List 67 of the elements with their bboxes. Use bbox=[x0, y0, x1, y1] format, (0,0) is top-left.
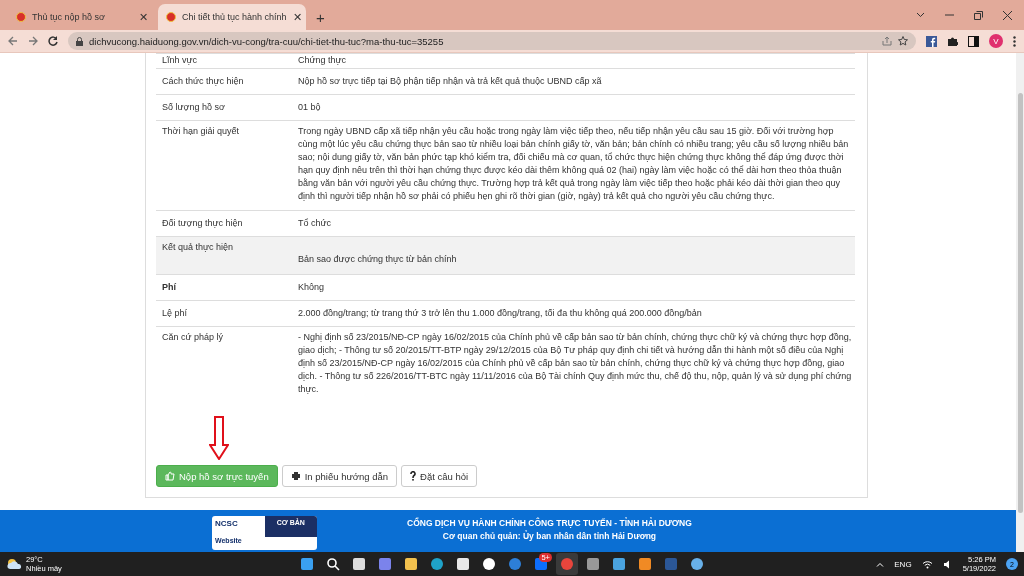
round-app-icon bbox=[560, 557, 574, 571]
restore-icon[interactable] bbox=[974, 10, 983, 20]
emblem-icon bbox=[16, 12, 26, 22]
square-app-icon bbox=[378, 557, 392, 571]
footer-title: CỔNG DỊCH VỤ HÀNH CHÍNH CÔNG TRỰC TUYẾN - TỈNH HẢI DƯƠNG bbox=[407, 518, 692, 528]
round-app-icon bbox=[482, 557, 496, 571]
footer-owner: Cơ quan chủ quản: Ủy ban nhân dân tỉnh Hải Dương bbox=[442, 531, 657, 541]
square-app-icon bbox=[612, 557, 626, 571]
cloud-sun-icon bbox=[6, 558, 22, 570]
round-app-icon bbox=[430, 557, 444, 571]
field-value: Nộp hồ sơ trực tiếp tại Bộ phận tiếp nhận và trả kết quả thuộc UBND cấp xã bbox=[298, 75, 603, 88]
new-tab-icon[interactable]: + bbox=[308, 4, 333, 30]
wifi-icon[interactable] bbox=[921, 559, 933, 569]
field-label: Số lượng hồ sơ bbox=[161, 101, 226, 114]
field-label: Cách thức thực hiện bbox=[161, 75, 245, 88]
f-logo-icon[interactable] bbox=[926, 35, 937, 47]
question-icon bbox=[410, 471, 417, 481]
field-value: Không bbox=[298, 281, 326, 294]
square-app-icon bbox=[586, 557, 600, 571]
more-icon[interactable] bbox=[1013, 35, 1016, 47]
star-icon[interactable] bbox=[898, 36, 908, 46]
url-text: dichvucong.haiduong.gov.vn/dich-vu-cong/tra-cuu/chi-tiet-thu-tuc?ma-thu-tuc=35255 bbox=[89, 35, 445, 47]
field-value: 01 bộ bbox=[298, 101, 322, 114]
square-app-icon bbox=[404, 557, 418, 571]
thumbs-up-icon bbox=[165, 471, 175, 481]
field-value: - Nghị định số 23/2015/NĐ-CP ngày 16/02/2015 của Chính phủ về cấp bản sao từ bản chính, chứng thực chữ ký và chứng thực hợp đồng, giao dịch; - Thông tư số 20/2015/TT-BTP ngày 29/12/2015 của Bộ Tư pháp quy định chi tiết và hướng dẫn thi hành một số điều của Nghị định số 23/2015/NĐ-CP ngày 16/02/2015 của Chính phủ về cấp bản sao từ bản chính, chứng thực chữ ký và chứng thực hợp đồng, giao dịch. - Thông tư số 226/2016/TT-BTC ngày 11/11/2016 của Bộ Tài chính Quy định mức thu, chế độ thu, nộp, quản lý và sử dụng phí chứng thực. bbox=[298, 331, 853, 396]
field-label: Kết quả thực hiện bbox=[161, 241, 235, 254]
square-app-icon bbox=[664, 557, 678, 571]
field-value: 2.000 đồng/trang; từ trang thứ 3 trở lên thu 1.000 đồng/trang, tối đa thu không quá 200.000 đồng/bản bbox=[298, 307, 703, 320]
round-app-icon bbox=[508, 557, 522, 571]
round-app-icon bbox=[690, 557, 704, 571]
close-icon[interactable]: ✕ bbox=[139, 10, 148, 24]
forward-arrow-icon[interactable] bbox=[28, 36, 38, 46]
square-app-icon bbox=[352, 557, 366, 571]
field-label: Thời hạn giải quyết bbox=[161, 125, 240, 138]
field-value: Chứng thực bbox=[298, 54, 348, 67]
field-label: Phí bbox=[161, 281, 177, 294]
secondary-button[interactable]: In phiếu hướng dẫn bbox=[281, 465, 398, 487]
emblem-icon bbox=[166, 12, 176, 22]
scrollbar[interactable] bbox=[1016, 53, 1024, 552]
close-icon[interactable]: ✕ bbox=[292, 10, 302, 24]
chevron-up-icon[interactable] bbox=[876, 561, 885, 567]
lock-icon bbox=[76, 36, 83, 46]
field-value: Bản sao được chứng thực từ bản chính bbox=[298, 253, 458, 266]
square-app-icon bbox=[456, 557, 470, 571]
down-arrow-icon bbox=[209, 416, 229, 460]
browser-tab[interactable]: Chi tiết thủ tục hành chính ✕ bbox=[158, 4, 306, 30]
profile-avatar[interactable]: V bbox=[989, 34, 1003, 48]
share-icon[interactable] bbox=[882, 36, 892, 46]
chevron-down-icon[interactable] bbox=[916, 12, 925, 18]
square-app-icon bbox=[300, 557, 314, 571]
close-icon[interactable] bbox=[1003, 10, 1012, 20]
field-label: Lĩnh vực bbox=[161, 54, 199, 67]
reload-icon[interactable] bbox=[48, 36, 58, 46]
square-app-icon bbox=[638, 557, 652, 571]
back-arrow-icon[interactable] bbox=[8, 36, 18, 46]
address-bar[interactable]: dichvucong.haiduong.gov.vn/dich-vu-cong/tra-cuu/chi-tiet-thu-tuc?ma-thu-tuc=35255 bbox=[68, 32, 916, 50]
sidebar-icon[interactable] bbox=[968, 35, 979, 47]
language-indicator[interactable]: ENG bbox=[894, 559, 912, 569]
field-value: Trong ngày UBND cấp xã tiếp nhận yêu cầu hoặc trong ngày làm việc tiếp theo, nếu tiếp nhận yêu cầu sau 15 giờ. Đối với trường hợp cùng một lúc yêu cầu chứng thực bản sao từ nhiều loại bản chính giấy tờ, văn bản; bản chính có nhiều trang; yêu cầu số lượng nhiều bản sao; nội dung giấy tờ, văn bản phức tạp khó kiểm tra, đối chiếu mà cơ quan, tổ chức thực hiện chứng thực không thể đáp ứng được thời hạn quy định nêu trên thì thời hạn chứng thực được kéo dài thêm không quá 02 (hai) ngày làm việc hoặc có thể dài hơn theo thỏa thuận bằng văn bản với người yêu cầu chứng thực. Trường hợp trả kết quả trong ngày làm việc tiếp theo hoặc phải kéo dài thời gian theo quy định thì người tiếp nhận hồ sơ phải có phiếu hẹn ghi rõ thời gian (giờ, ngày) trả kết quả cho người yêu cầu chứng thực. bbox=[298, 125, 850, 203]
field-value: Tổ chức bbox=[298, 217, 333, 230]
search-icon bbox=[326, 557, 340, 571]
secondary-button[interactable]: Đặt câu hỏi bbox=[401, 465, 478, 487]
browser-tab[interactable]: Thủ tục nộp hồ sơ ✕ bbox=[8, 4, 156, 30]
field-label: Căn cứ pháp lý bbox=[161, 331, 225, 344]
field-label: Lệ phí bbox=[161, 307, 189, 320]
field-label: Đối tượng thực hiện bbox=[161, 217, 244, 230]
